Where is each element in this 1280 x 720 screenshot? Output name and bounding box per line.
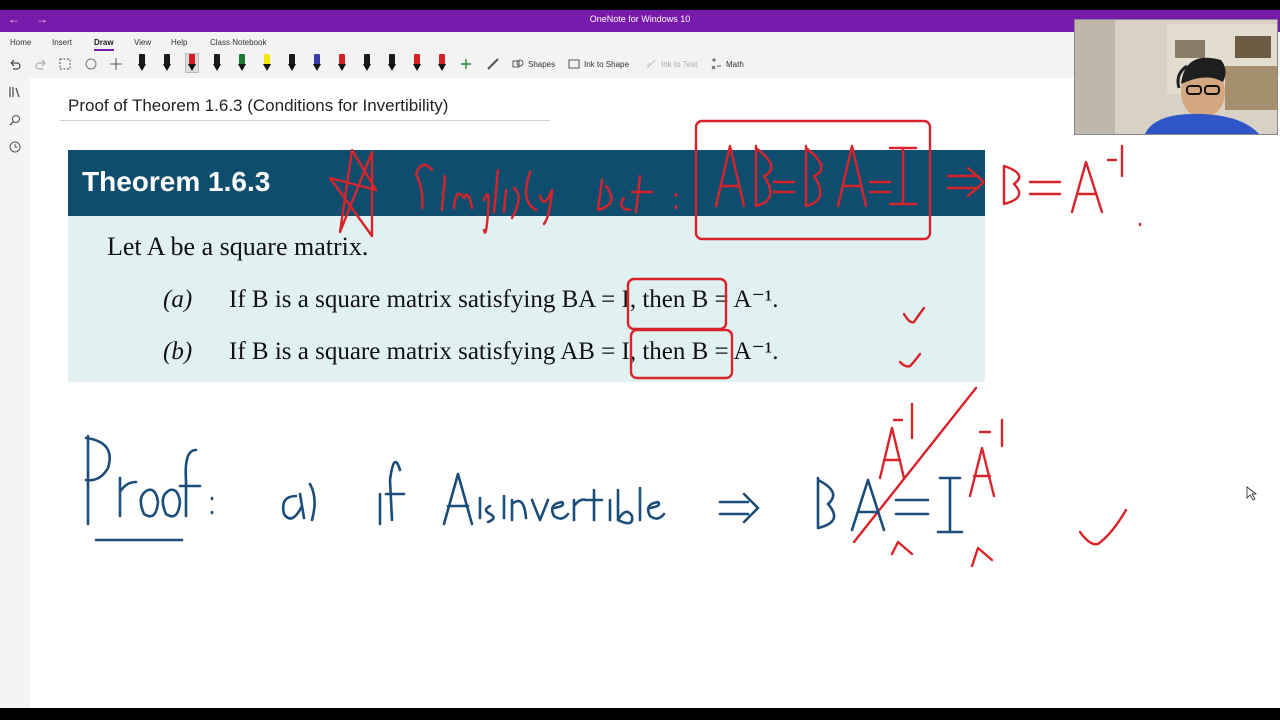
proof-word-ink xyxy=(84,434,214,526)
a-inverse-left-ink xyxy=(878,402,914,480)
red-box-ba xyxy=(626,277,728,331)
blue-ink-proof xyxy=(84,434,964,542)
red-box-ab xyxy=(629,328,734,380)
a-inverse-right-ink xyxy=(968,418,1004,498)
insert-caret-left xyxy=(890,540,914,556)
ab-ba-i-ink xyxy=(714,144,918,208)
insert-caret-right xyxy=(970,546,994,568)
mouse-cursor-icon xyxy=(1246,486,1258,501)
bottom-bar xyxy=(0,708,1280,720)
simplify-def-ink xyxy=(414,163,678,234)
check-mark-proof xyxy=(1078,508,1128,546)
webcam-overlay xyxy=(1074,19,1278,135)
check-mark-a xyxy=(902,306,926,324)
presenter-webcam-image xyxy=(1075,20,1277,134)
red-box-def xyxy=(694,119,932,241)
part-a-ink xyxy=(281,482,316,522)
star-doodle xyxy=(328,148,378,238)
if-a-invertible-ink xyxy=(378,460,666,526)
ba-equals-i-ink xyxy=(816,476,964,534)
b-equals-a-inverse-ink xyxy=(1002,144,1142,227)
red-strike-line xyxy=(852,386,978,544)
check-mark-b xyxy=(898,352,922,368)
proof-implies-arrow xyxy=(718,492,760,524)
implies-arrow xyxy=(946,166,986,198)
